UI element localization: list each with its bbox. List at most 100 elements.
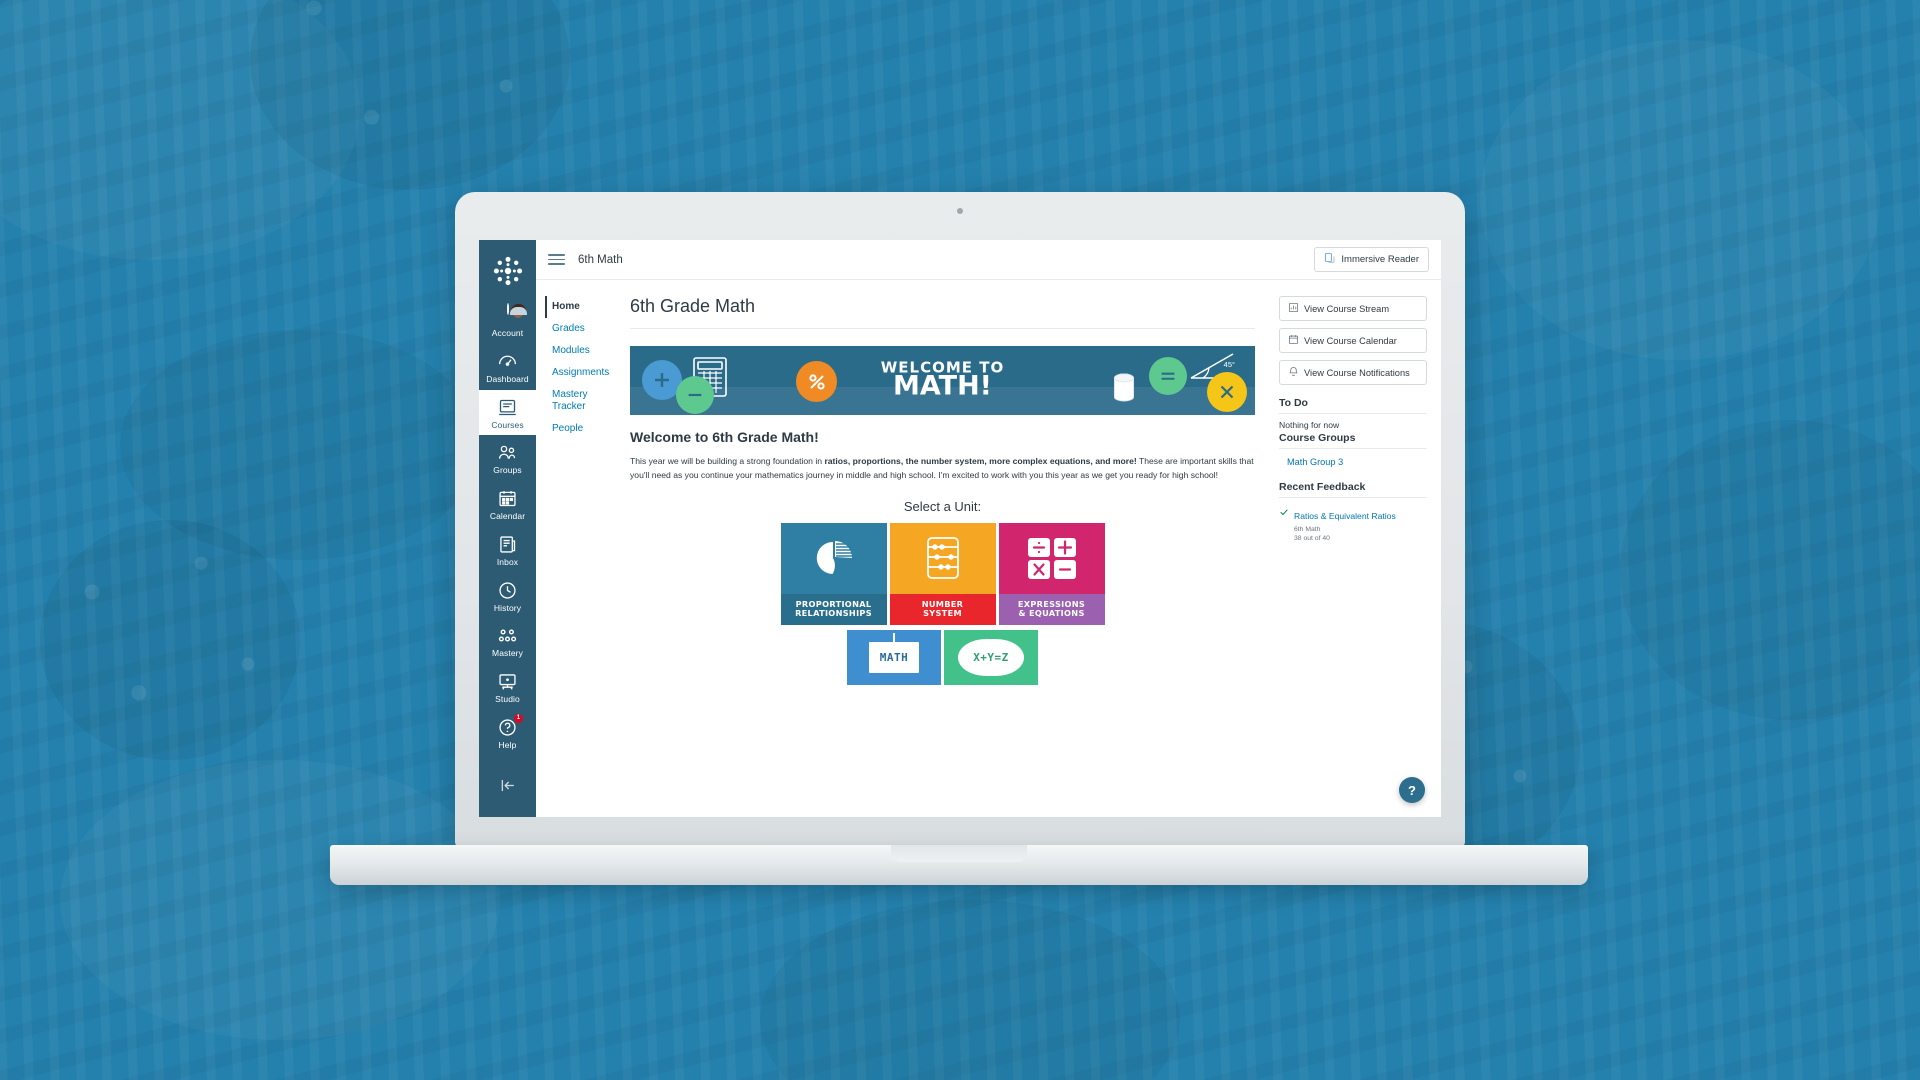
banner-icons: WELCOME TO MATH! 45° xyxy=(630,346,1255,415)
sidebar-item-inbox[interactable]: Inbox xyxy=(479,527,536,573)
rail-button-label: View Course Calendar xyxy=(1304,335,1397,346)
course-nav-item-modules[interactable]: Modules xyxy=(546,340,618,362)
cylinder-icon xyxy=(1113,373,1135,408)
course-nav-item-mastery-tracker[interactable]: Mastery Tracker xyxy=(546,384,618,418)
immersive-reader-label: Immersive Reader xyxy=(1341,254,1419,265)
unit-label-line1: PROPORTIONAL xyxy=(795,598,872,609)
sidebar-item-studio[interactable]: Studio xyxy=(479,664,536,710)
sidebar-item-dashboard[interactable]: Dashboard xyxy=(479,344,536,390)
studio-icon xyxy=(479,671,536,692)
operators-icon xyxy=(999,523,1105,594)
unit-tile-label: NUMBER SYSTEM xyxy=(889,593,996,625)
top-bar: 6th Math Immersive Reader xyxy=(536,240,1441,280)
percent-icon xyxy=(796,361,837,402)
sidebar-item-label: Courses xyxy=(491,419,524,430)
welcome-banner: WELCOME TO MATH! 45° xyxy=(630,346,1255,415)
recent-feedback-heading: Recent Feedback xyxy=(1279,481,1427,498)
course-group-link[interactable]: Math Group 3 xyxy=(1287,457,1427,467)
sidebar-item-groups[interactable]: Groups xyxy=(479,435,536,481)
sidebar-item-label: Dashboard xyxy=(486,373,529,384)
minus-icon xyxy=(676,376,714,414)
unit-label-line2: & EQUATIONS xyxy=(1018,608,1085,619)
welcome-body-part1: This year we will be building a strong f… xyxy=(630,456,825,466)
sidebar-item-label: History xyxy=(493,602,522,613)
rail-button-label: View Course Stream xyxy=(1304,303,1390,314)
hamburger-menu-icon[interactable] xyxy=(548,251,565,269)
canvas-logo-icon[interactable] xyxy=(491,254,525,288)
sidebar-item-calendar[interactable]: Calendar xyxy=(479,481,536,527)
course-nav-item-assignments[interactable]: Assignments xyxy=(546,362,618,384)
mastery-icon xyxy=(479,625,536,646)
unit-tile-label: PROPORTIONAL RELATIONSHIPS xyxy=(780,593,887,625)
sidebar-item-label: Help xyxy=(498,739,517,750)
banner-title: WELCOME TO MATH! xyxy=(881,360,1005,400)
content-wrapper: 6th Math Immersive Reader Home Grades Mo… xyxy=(536,240,1441,817)
dashboard-icon xyxy=(479,351,536,372)
check-icon xyxy=(1279,507,1289,542)
unit-tiles-row-1: PROPORTIONAL RELATIONSHIPS NUMBER SYSTEM… xyxy=(630,522,1255,625)
sidebar-item-mastery[interactable]: Mastery xyxy=(479,618,536,664)
unit-label-line1: NUMBER xyxy=(921,598,964,609)
course-nav-item-home[interactable]: Home xyxy=(545,296,618,318)
unit-tile-label: EXPRESSIONS & EQUATIONS xyxy=(998,593,1105,625)
course-stream-icon xyxy=(1288,302,1299,315)
page-title: 6th Grade Math xyxy=(630,296,1255,329)
courses-icon xyxy=(479,397,536,418)
course-nav-item-grades[interactable]: Grades xyxy=(546,318,618,340)
sidebar-item-history[interactable]: History xyxy=(479,573,536,619)
feedback-item[interactable]: Ratios & Equivalent Ratios 6th Math 38 o… xyxy=(1279,506,1427,542)
unit-label-line2: SYSTEM xyxy=(923,608,962,619)
abacus-icon xyxy=(890,523,996,594)
sidebar-item-label: Studio xyxy=(495,694,520,705)
laptop-base-notch xyxy=(891,845,1027,862)
equation-bubble-label: X+Y=Z xyxy=(973,650,1009,664)
course-navigation: Home Grades Modules Assignments Mastery … xyxy=(536,280,618,817)
rail-button-label: View Course Notifications xyxy=(1304,367,1410,378)
laptop-camera xyxy=(957,208,963,214)
sidebar-item-label: Calendar xyxy=(489,511,526,522)
feedback-course: 6th Math xyxy=(1294,526,1321,533)
todo-empty-text: Nothing for now xyxy=(1279,420,1340,430)
view-course-calendar-button[interactable]: View Course Calendar xyxy=(1279,328,1427,353)
sidebar-item-label: Groups xyxy=(493,465,522,476)
sidebar-item-label: Mastery xyxy=(492,648,523,659)
select-unit-heading: Select a Unit: xyxy=(903,498,982,514)
collapse-left-icon[interactable] xyxy=(479,769,536,807)
todo-heading: To Do xyxy=(1279,397,1427,414)
browser-screen: Account Dashboard Courses Groups Calenda… xyxy=(479,240,1441,817)
inbox-icon xyxy=(479,534,536,555)
unit-label-line2: RELATIONSHIPS xyxy=(795,608,872,619)
unit-label-line1: EXPRESSIONS xyxy=(1017,598,1086,609)
view-course-notifications-button[interactable]: View Course Notifications xyxy=(1279,360,1427,385)
help-floating-button[interactable]: ? xyxy=(1399,777,1425,803)
groups-icon xyxy=(479,442,536,463)
sidebar-item-help[interactable]: 1 Help xyxy=(479,710,536,756)
unit-tile-number-system[interactable]: NUMBER SYSTEM xyxy=(889,522,996,625)
welcome-heading: Welcome to 6th Grade Math! xyxy=(630,429,819,445)
welcome-body-bold: ratios, proportions, the number system, … xyxy=(824,456,1137,466)
sidebar-item-label: Inbox xyxy=(496,556,519,567)
sidebar-item-account[interactable]: Account xyxy=(479,298,536,344)
feedback-text: Ratios & Equivalent Ratios 6th Math 38 o… xyxy=(1294,506,1396,542)
immersive-reader-button[interactable]: Immersive Reader xyxy=(1314,247,1429,272)
view-course-stream-button[interactable]: View Course Stream xyxy=(1279,296,1427,321)
feedback-title[interactable]: Ratios & Equivalent Ratios xyxy=(1294,511,1396,521)
help-badge: 1 xyxy=(514,713,523,723)
math-whiteboard-icon: MATH xyxy=(868,632,920,673)
unit-tile-math-whiteboard[interactable]: MATH xyxy=(847,629,941,685)
avatar-icon xyxy=(479,303,536,326)
course-short-name: 6th Math xyxy=(578,253,623,266)
pie-chart-icon xyxy=(781,523,887,594)
laptop-base xyxy=(330,845,1588,885)
unit-tile-equation-bubble[interactable]: X+Y=Z xyxy=(944,629,1038,685)
course-groups-heading: Course Groups xyxy=(1279,432,1427,449)
unit-tile-expressions-equations[interactable]: EXPRESSIONS & EQUATIONS xyxy=(998,522,1105,625)
calendar-icon xyxy=(1288,334,1299,347)
body-row: Home Grades Modules Assignments Mastery … xyxy=(536,280,1441,817)
sidebar-item-courses[interactable]: Courses xyxy=(479,389,536,436)
main-content: 6th Grade Math WELCOME TO MATH! 45° Welc… xyxy=(618,280,1271,817)
unit-tile-proportional-relationships[interactable]: PROPORTIONAL RELATIONSHIPS xyxy=(780,522,887,625)
global-navigation: Account Dashboard Courses Groups Calenda… xyxy=(479,240,536,817)
help-question-icon: 1 xyxy=(479,713,536,738)
course-nav-item-people[interactable]: People xyxy=(546,418,618,440)
